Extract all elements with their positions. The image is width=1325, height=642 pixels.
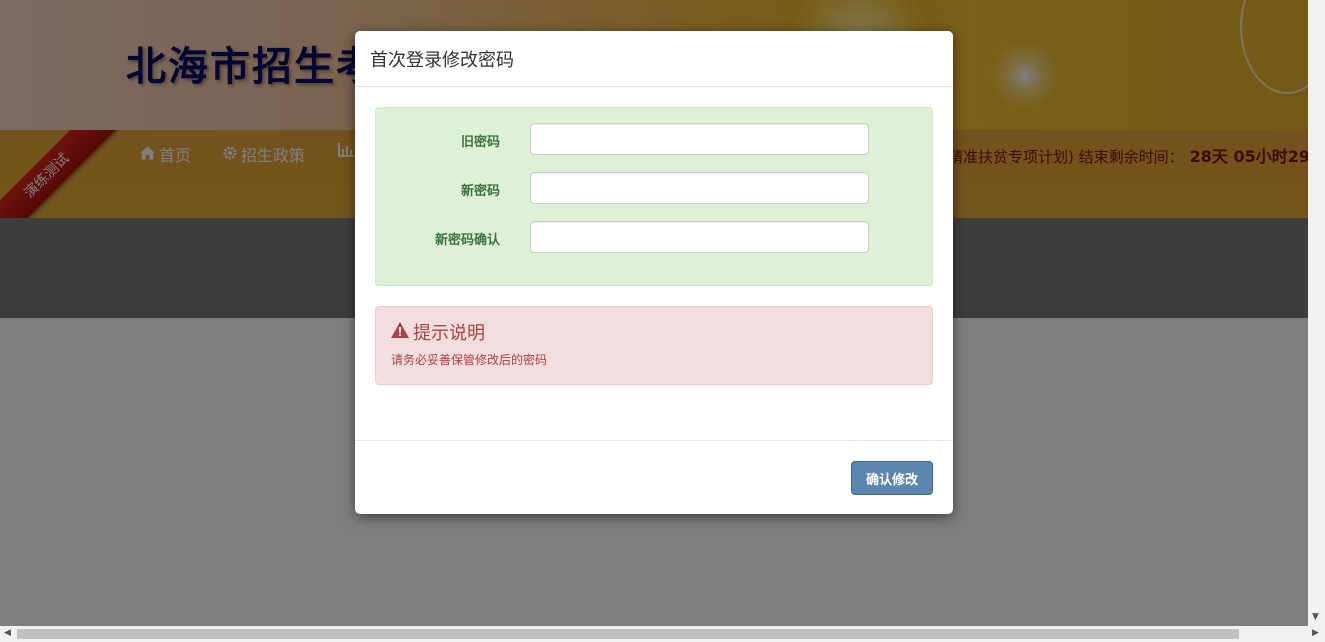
password-form-panel: 旧密码 新密码 新密码确认 — [375, 107, 933, 286]
alert-title-text: 提示说明 — [413, 323, 485, 344]
warning-icon — [391, 321, 409, 343]
alert-text: 请务必妥善保管修改后的密码 — [391, 353, 548, 367]
old-password-input[interactable] — [530, 123, 869, 155]
scroll-left-icon[interactable]: ◀ — [4, 628, 11, 638]
horizontal-scroll-thumb[interactable] — [17, 629, 1239, 639]
new-password-row: 新密码 — [376, 172, 932, 206]
confirm-change-button[interactable]: 确认修改 — [851, 461, 933, 495]
old-password-label: 旧密码 — [460, 135, 500, 150]
new-password-label: 新密码 — [460, 184, 500, 199]
change-password-modal: 首次登录修改密码 旧密码 新密码 新密码确认 提示说明 请务必妥善保管修改后的密… — [355, 31, 953, 514]
scroll-right-icon[interactable]: ▶ — [1312, 628, 1319, 638]
modal-title: 首次登录修改密码 — [370, 49, 514, 71]
new-password-input[interactable] — [530, 172, 869, 204]
horizontal-scrollbar[interactable]: ◀ ▶ — [0, 626, 1325, 642]
confirm-password-input[interactable] — [530, 221, 869, 253]
old-password-row: 旧密码 — [376, 123, 932, 157]
scroll-down-icon[interactable]: ▼ — [1312, 612, 1319, 622]
notice-alert: 提示说明 请务必妥善保管修改后的密码 — [375, 306, 933, 385]
confirm-password-label: 新密码确认 — [434, 233, 500, 248]
confirm-password-row: 新密码确认 — [376, 221, 932, 255]
alert-title: 提示说明 — [391, 319, 485, 345]
vertical-scrollbar[interactable]: ▼ — [1308, 0, 1325, 626]
modal-header: 首次登录修改密码 — [355, 31, 953, 87]
modal-footer: 确认修改 — [355, 440, 953, 515]
